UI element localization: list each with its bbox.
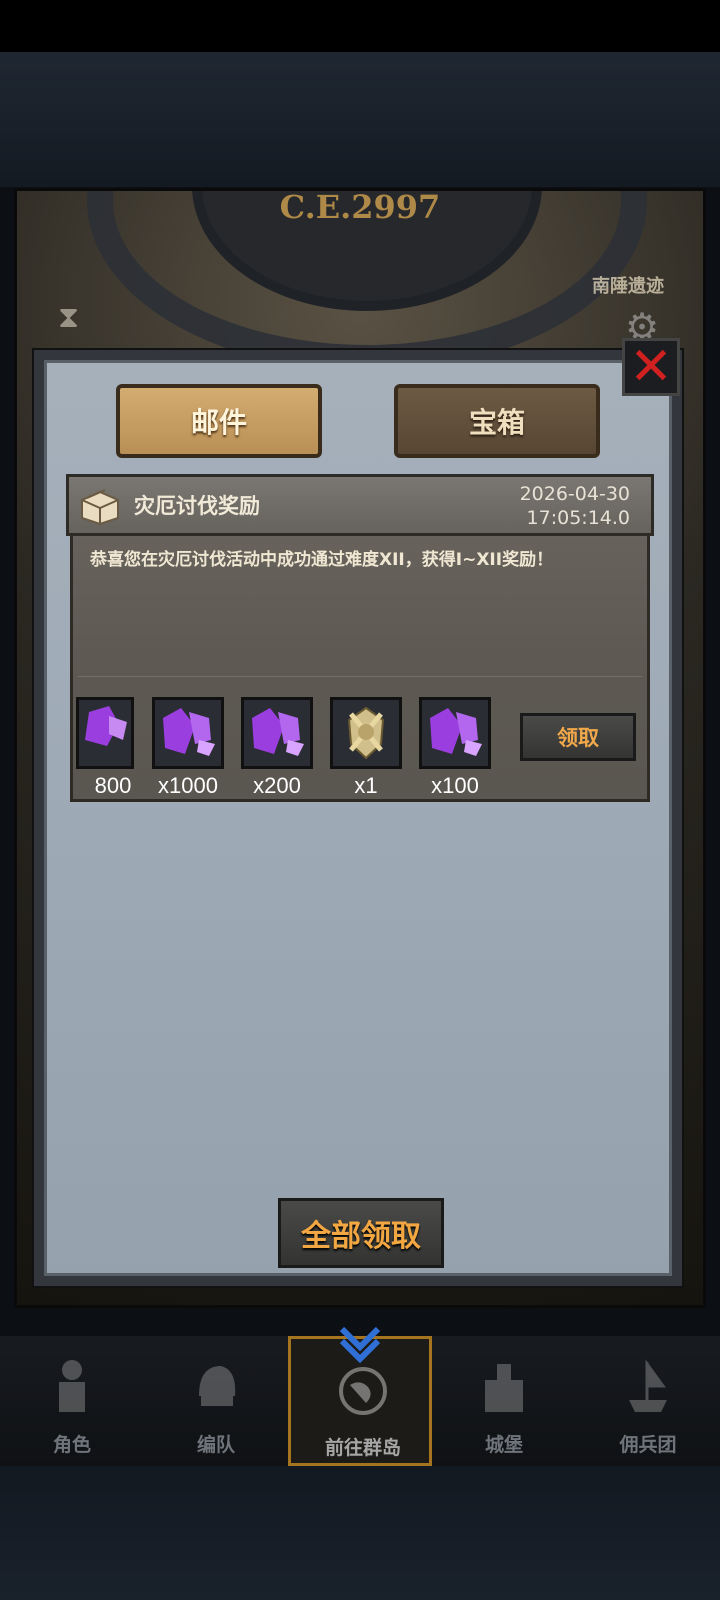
- map-location-label: 南陲遗迹: [592, 276, 664, 297]
- treasure-chest-icon: [81, 489, 119, 526]
- purple-crystal-icon: [85, 706, 127, 746]
- nav-item-castle[interactable]: 城堡: [432, 1336, 576, 1466]
- chevron-down-icon: [339, 1326, 381, 1364]
- reward-item[interactable]: [419, 697, 491, 769]
- mail-date: 2026-04-30: [519, 483, 630, 505]
- mail-title: 灾厄讨伐奖励: [134, 494, 260, 518]
- knight-icon: [59, 1360, 85, 1412]
- close-icon: ✕: [629, 337, 673, 397]
- reward-qty: x1: [354, 773, 378, 798]
- purple-crystal-icon: [163, 708, 215, 756]
- close-button[interactable]: ✕: [622, 338, 680, 396]
- top-background: [0, 52, 720, 187]
- ship-icon: [629, 1359, 667, 1412]
- status-bar: [0, 0, 720, 52]
- tab-mail[interactable]: 邮件: [116, 384, 322, 458]
- golden-crest-icon: [347, 706, 385, 760]
- helmet-icon: [199, 1366, 236, 1406]
- castle-icon: [485, 1364, 523, 1412]
- nav-item-character[interactable]: 角色: [0, 1336, 144, 1466]
- nav-label: 前往群岛: [324, 1437, 401, 1459]
- hourglass-icon: ⧗: [58, 300, 80, 335]
- purple-crystal-icon: [430, 708, 482, 756]
- purple-crystal-icon: [252, 708, 304, 756]
- nav-label: 城堡: [484, 1434, 523, 1456]
- divider: [78, 676, 642, 677]
- nav-label: 编队: [196, 1434, 235, 1456]
- nav-label: 角色: [52, 1434, 91, 1456]
- globe-icon: [339, 1367, 387, 1415]
- mail-body: 恭喜您在灾厄讨伐活动中成功通过难度XII，获得I~XII奖励！: [90, 550, 554, 570]
- era-label: C.E.2997: [279, 188, 441, 226]
- tab-chest[interactable]: 宝箱: [394, 384, 600, 458]
- nav-item-mercenary[interactable]: 佣兵团: [576, 1336, 720, 1466]
- reward-qty: x1000: [158, 773, 218, 798]
- system-nav-area: [0, 1466, 720, 1600]
- reward-item[interactable]: [76, 697, 134, 769]
- reward-item[interactable]: [152, 697, 224, 769]
- reward-qty: x200: [253, 773, 301, 798]
- reward-qty: x100: [431, 773, 479, 798]
- claim-button[interactable]: 领取: [520, 713, 636, 761]
- reward-item[interactable]: [241, 697, 313, 769]
- reward-item[interactable]: [330, 697, 402, 769]
- mail-timestamp: 2026-04-30 17:05:14.0: [504, 482, 630, 530]
- mail-time: 17:05:14.0: [526, 507, 630, 529]
- nav-item-formation[interactable]: 编队: [144, 1336, 288, 1466]
- nav-label: 佣兵团: [619, 1434, 677, 1456]
- claim-all-button[interactable]: 全部领取: [278, 1198, 444, 1268]
